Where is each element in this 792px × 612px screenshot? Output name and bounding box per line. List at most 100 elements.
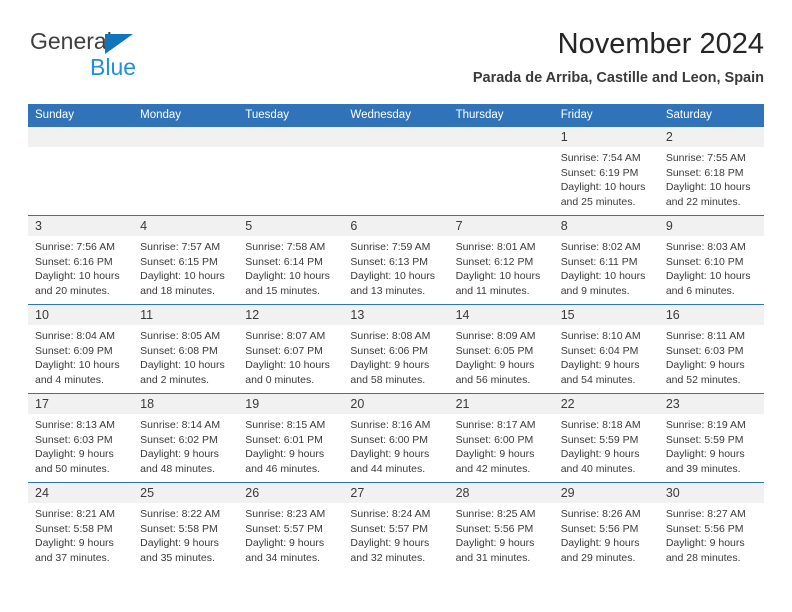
day-number: 18	[133, 394, 239, 414]
sunrise-text: Sunrise: 8:07 AM	[245, 330, 326, 342]
daylight-text-line1: Daylight: 10 hours	[560, 181, 646, 194]
weekday-header-friday: Friday	[553, 104, 659, 127]
daylight-text-line2: and 20 minutes.	[35, 284, 110, 297]
day-details: Sunrise: 8:11 AM Sunset: 6:03 PM Daylight:…	[659, 325, 764, 387]
day-details: Sunrise: 7:59 AM Sunset: 6:13 PM Daylight:…	[343, 236, 448, 298]
daylight-text-line1: Daylight: 9 hours	[140, 448, 219, 461]
calendar-day-cell[interactable]: 12 Sunrise: 8:07 AM Sunset: 6:07 PM Dayligh…	[238, 304, 344, 394]
day-details: Sunrise: 7:57 AM Sunset: 6:15 PM Daylight:…	[133, 236, 238, 298]
calendar-day-cell[interactable]: 6 Sunrise: 7:59 AM Sunset: 6:13 PM Daylight…	[343, 215, 449, 305]
calendar-day-cell[interactable]: 1 Sunrise: 7:54 AM Sunset: 6:19 PM Daylight…	[553, 126, 659, 216]
daylight-text-line1: Daylight: 10 hours	[35, 270, 120, 283]
day-number	[448, 127, 554, 147]
daylight-text-line1: Daylight: 9 hours	[245, 537, 325, 550]
calendar-day-cell[interactable]: 10 Sunrise: 8:04 AM Sunset: 6:09 PM Dayligh…	[28, 304, 134, 394]
calendar-day-cell[interactable]: 5 Sunrise: 7:58 AM Sunset: 6:14 PM Daylight…	[238, 215, 344, 305]
sunrise-text: Sunrise: 8:03 AM	[665, 241, 746, 253]
daylight-text-line1: Daylight: 9 hours	[35, 448, 114, 461]
sunset-text: Sunset: 6:02 PM	[140, 433, 218, 446]
calendar-day-cell[interactable]: 24 Sunrise: 8:21 AM Sunset: 5:58 PM Dayligh…	[28, 482, 134, 571]
calendar-day-cell[interactable]: 17 Sunrise: 8:13 AM Sunset: 6:03 PM Dayligh…	[28, 393, 134, 483]
sunset-text: Sunset: 5:57 PM	[350, 522, 429, 535]
day-details: Sunrise: 8:13 AM Sunset: 6:03 PM Daylight:…	[28, 414, 133, 476]
calendar-day-cell[interactable]: 13 Sunrise: 8:08 AM Sunset: 6:06 PM Dayligh…	[343, 304, 449, 394]
daylight-text-line1: Daylight: 10 hours	[560, 270, 646, 283]
calendar-day-cell[interactable]: 7 Sunrise: 8:01 AM Sunset: 6:12 PM Daylight…	[448, 215, 554, 305]
calendar-day-cell[interactable]: 22 Sunrise: 8:18 AM Sunset: 5:59 PM Dayligh…	[553, 393, 659, 483]
calendar-day-cell[interactable]: 9 Sunrise: 8:03 AM Sunset: 6:10 PM Daylight…	[658, 215, 764, 305]
day-details: Sunrise: 8:26 AM Sunset: 5:56 PM Daylight:…	[554, 503, 659, 565]
daylight-text-line2: and 31 minutes.	[455, 551, 531, 564]
sunset-text: Sunset: 5:56 PM	[665, 522, 744, 535]
day-details	[449, 147, 554, 151]
daylight-text-line2: and 39 minutes.	[665, 462, 741, 475]
calendar-day-cell[interactable]: 19 Sunrise: 8:15 AM Sunset: 6:01 PM Dayligh…	[238, 393, 344, 483]
calendar-day-cell[interactable]: 3 Sunrise: 7:56 AM Sunset: 6:16 PM Daylight…	[28, 215, 134, 305]
calendar-week-row: 17 Sunrise: 8:13 AM Sunset: 6:03 PM Dayligh…	[28, 393, 764, 483]
calendar-day-cell[interactable]: 18 Sunrise: 8:14 AM Sunset: 6:02 PM Dayligh…	[133, 393, 239, 483]
sunrise-text: Sunrise: 8:19 AM	[665, 419, 746, 431]
daylight-text-line2: and 46 minutes.	[245, 462, 320, 475]
calendar-day-cell[interactable]: 14 Sunrise: 8:09 AM Sunset: 6:05 PM Dayligh…	[448, 304, 554, 394]
sunrise-text: Sunrise: 8:13 AM	[35, 419, 115, 431]
calendar-day-cell[interactable]: 16 Sunrise: 8:11 AM Sunset: 6:03 PM Dayligh…	[658, 304, 764, 394]
sunrise-text: Sunrise: 8:18 AM	[560, 419, 641, 431]
sunrise-text: Sunrise: 7:58 AM	[245, 241, 326, 253]
day-details: Sunrise: 8:03 AM Sunset: 6:10 PM Daylight:…	[659, 236, 764, 298]
sunrise-text: Sunrise: 8:24 AM	[350, 508, 431, 520]
sunset-text: Sunset: 6:16 PM	[35, 255, 113, 268]
calendar-day-cell[interactable]: 29 Sunrise: 8:26 AM Sunset: 5:56 PM Dayligh…	[553, 482, 659, 571]
calendar-day-cell[interactable]: 27 Sunrise: 8:24 AM Sunset: 5:57 PM Dayligh…	[343, 482, 449, 571]
calendar-day-cell[interactable]: 23 Sunrise: 8:19 AM Sunset: 5:59 PM Dayligh…	[658, 393, 764, 483]
daylight-text-line1: Daylight: 9 hours	[560, 537, 640, 550]
daylight-text-line2: and 15 minutes.	[245, 284, 320, 297]
day-details: Sunrise: 8:02 AM Sunset: 6:11 PM Daylight:…	[554, 236, 659, 298]
day-number	[133, 127, 239, 147]
day-number: 23	[658, 394, 764, 414]
day-number: 12	[238, 305, 344, 325]
calendar-day-cell-empty	[238, 126, 344, 216]
calendar-day-cell[interactable]: 21 Sunrise: 8:17 AM Sunset: 6:00 PM Dayligh…	[448, 393, 554, 483]
calendar-day-cell[interactable]: 11 Sunrise: 8:05 AM Sunset: 6:08 PM Dayligh…	[133, 304, 239, 394]
sunrise-text: Sunrise: 8:22 AM	[140, 508, 221, 520]
weekday-header-saturday: Saturday	[658, 104, 764, 127]
daylight-text-line2: and 40 minutes.	[560, 462, 636, 475]
calendar-day-cell[interactable]: 15 Sunrise: 8:10 AM Sunset: 6:04 PM Dayligh…	[553, 304, 659, 394]
daylight-text-line1: Daylight: 9 hours	[245, 448, 325, 461]
sunrise-text: Sunrise: 8:11 AM	[665, 330, 746, 342]
day-number: 16	[658, 305, 764, 325]
day-number: 6	[343, 216, 449, 236]
day-details: Sunrise: 8:23 AM Sunset: 5:57 PM Daylight:…	[238, 503, 343, 565]
page-title: November 2024	[557, 28, 764, 60]
daylight-text-line1: Daylight: 9 hours	[140, 537, 219, 550]
day-number	[28, 127, 134, 147]
calendar-day-cell[interactable]: 4 Sunrise: 7:57 AM Sunset: 6:15 PM Daylight…	[133, 215, 239, 305]
calendar-day-cell[interactable]: 30 Sunrise: 8:27 AM Sunset: 5:56 PM Dayligh…	[658, 482, 764, 571]
day-number: 7	[448, 216, 554, 236]
calendar-day-cell[interactable]: 28 Sunrise: 8:25 AM Sunset: 5:56 PM Dayligh…	[448, 482, 554, 571]
day-number: 29	[553, 483, 659, 503]
daylight-text-line1: Daylight: 10 hours	[140, 270, 225, 283]
daylight-text-line2: and 11 minutes.	[455, 284, 530, 297]
sunrise-text: Sunrise: 8:26 AM	[560, 508, 641, 520]
daylight-text-line2: and 34 minutes.	[245, 551, 320, 564]
sunset-text: Sunset: 6:19 PM	[560, 166, 639, 179]
day-details	[343, 147, 448, 151]
day-details: Sunrise: 8:05 AM Sunset: 6:08 PM Daylight:…	[133, 325, 238, 387]
sunset-text: Sunset: 6:13 PM	[350, 255, 429, 268]
day-details	[28, 147, 133, 151]
sunrise-text: Sunrise: 8:05 AM	[140, 330, 221, 342]
calendar-day-cell[interactable]: 8 Sunrise: 8:02 AM Sunset: 6:11 PM Daylight…	[553, 215, 659, 305]
day-number: 17	[28, 394, 134, 414]
calendar-day-cell[interactable]: 20 Sunrise: 8:16 AM Sunset: 6:00 PM Dayligh…	[343, 393, 449, 483]
calendar-week-row: 1 Sunrise: 7:54 AM Sunset: 6:19 PM Daylight…	[28, 126, 764, 216]
weekday-header-wednesday: Wednesday	[343, 104, 449, 127]
calendar-day-cell[interactable]: 25 Sunrise: 8:22 AM Sunset: 5:58 PM Dayligh…	[133, 482, 239, 571]
calendar-day-cell[interactable]: 2 Sunrise: 7:55 AM Sunset: 6:18 PM Daylight…	[658, 126, 764, 216]
day-details: Sunrise: 8:27 AM Sunset: 5:56 PM Daylight:…	[659, 503, 764, 565]
sunset-text: Sunset: 6:00 PM	[455, 433, 534, 446]
day-details: Sunrise: 8:15 AM Sunset: 6:01 PM Daylight:…	[238, 414, 343, 476]
calendar-day-cell[interactable]: 26 Sunrise: 8:23 AM Sunset: 5:57 PM Dayligh…	[238, 482, 344, 571]
daylight-text-line1: Daylight: 9 hours	[665, 537, 745, 550]
sunset-text: Sunset: 6:15 PM	[140, 255, 218, 268]
